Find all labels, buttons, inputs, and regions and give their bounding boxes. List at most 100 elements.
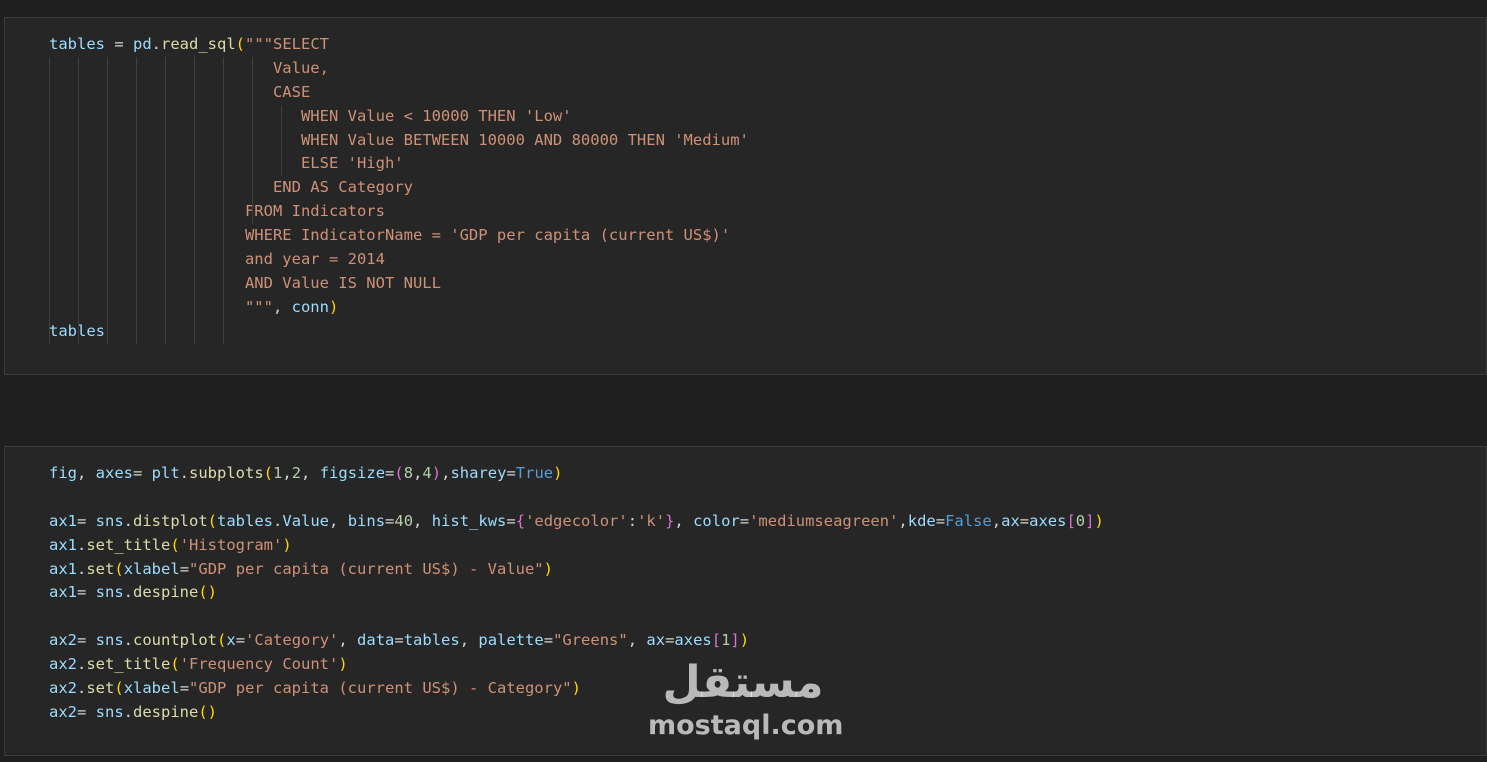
code-token: 'mediumseagreen' [749, 511, 899, 530]
code-token: , [674, 511, 694, 530]
code-token: ax2 [49, 702, 77, 721]
indent-guide [49, 56, 50, 344]
code-token: , [459, 631, 479, 650]
code-token: = [935, 511, 946, 530]
code-token: CASE [49, 82, 311, 101]
code-token: 8 [403, 464, 414, 482]
code-token: . [273, 511, 283, 530]
code-token: : [627, 511, 638, 530]
code-token: = [179, 559, 190, 578]
code-token: ax1 [49, 583, 77, 602]
code-token: xlabel [123, 559, 180, 578]
code-token: = [506, 464, 516, 482]
code-token: . [77, 679, 87, 698]
code-token: , [282, 464, 292, 482]
indent-guide [107, 56, 108, 344]
code-token: , [991, 511, 1002, 530]
code-token: = [105, 35, 133, 53]
code-token: ) [543, 559, 553, 578]
code-token: = [394, 631, 404, 650]
code-token: subplots [189, 464, 264, 482]
code-token: ( [235, 35, 246, 53]
code-line: CASE [49, 81, 749, 105]
code-token: ( [263, 464, 274, 482]
code-token: data [357, 631, 395, 650]
code-token: ax2 [49, 655, 77, 674]
code-line: tables = pd.read_sql("""SELECT [49, 33, 749, 57]
code-token: despine [133, 583, 199, 602]
code-token: """ [49, 297, 273, 316]
code-token: () [198, 702, 218, 721]
code-token: and year = 2014 [49, 250, 385, 269]
code-token: ELSE 'High' [49, 154, 404, 173]
code-token: WHEN Value BETWEEN 10000 AND 80000 THEN … [49, 130, 749, 149]
code-token: sns [95, 583, 124, 602]
code-line: ax2.set(xlabel="GDP per capita (current … [49, 677, 1104, 701]
code-token: 1 [273, 464, 283, 482]
code-token: = [665, 631, 675, 650]
code-token: figsize [319, 464, 386, 482]
code-token: x [226, 631, 236, 650]
code-token: sns [95, 702, 124, 721]
code-token: . [151, 35, 162, 53]
code-token: . [123, 702, 134, 721]
code-token: = [385, 464, 395, 482]
code-token: ) [282, 535, 292, 554]
code-editor[interactable]: fig, axes= plt.subplots(1,2, figsize=(8,… [49, 462, 1104, 725]
code-token: = [506, 511, 516, 530]
code-line: tables [49, 320, 749, 344]
watermark-latin-text: mostaql.com [648, 710, 844, 741]
code-line: ax2= sns.countplot(x='Category', data=ta… [49, 629, 1104, 653]
code-line: fig, axes= plt.subplots(1,2, figsize=(8,… [49, 462, 1104, 486]
code-token: 2 [291, 464, 302, 482]
code-token: [ [711, 631, 722, 650]
code-token: tables [217, 511, 274, 530]
code-token: set_title [86, 655, 171, 674]
code-token: kde [907, 511, 936, 530]
code-token: 'k' [637, 511, 666, 530]
code-token: ) [338, 655, 348, 674]
code-token: , [627, 631, 647, 650]
code-token: . [123, 511, 134, 530]
code-token: True [515, 464, 554, 482]
indent-guide [194, 56, 195, 344]
code-token: sns [95, 631, 124, 650]
code-line: WHERE IndicatorName = 'GDP per capita (c… [49, 224, 749, 248]
code-cell-sql-query[interactable]: tables = pd.read_sql("""SELECT Value, CA… [4, 17, 1487, 375]
code-token: ax1 [49, 511, 77, 530]
code-editor[interactable]: tables = pd.read_sql("""SELECT Value, CA… [49, 33, 749, 344]
code-token: ax2 [49, 631, 77, 650]
code-line: and year = 2014 [49, 248, 749, 272]
code-token: = [77, 511, 96, 530]
code-token: ( [217, 631, 227, 650]
code-token: = [77, 702, 96, 721]
code-token: 'Frequency Count' [179, 655, 339, 674]
code-line: AND Value IS NOT NULL [49, 272, 749, 296]
code-token: 'Histogram' [179, 535, 283, 554]
code-token: palette [478, 631, 544, 650]
code-token: . [123, 583, 134, 602]
code-token: plt [151, 464, 180, 482]
code-token: bins [347, 511, 386, 530]
code-token: () [198, 583, 218, 602]
code-token: WHERE IndicatorName = 'GDP per capita (c… [49, 226, 731, 245]
code-token: ( [170, 535, 180, 554]
code-line: WHEN Value < 10000 THEN 'Low' [49, 105, 749, 129]
code-token: ) [431, 464, 442, 482]
code-token: ax2 [49, 679, 77, 698]
code-line: Value, [49, 57, 749, 81]
code-token: xlabel [123, 679, 180, 698]
code-token: ) [739, 631, 750, 650]
code-token: conn [291, 297, 329, 316]
code-token: set [86, 679, 115, 698]
code-token: 'Category' [245, 631, 339, 650]
code-token: axes [1029, 511, 1067, 530]
code-line: ax1= sns.distplot(tables.Value, bins=40,… [49, 510, 1104, 534]
code-token: { [515, 511, 526, 530]
code-token: , [329, 511, 348, 530]
code-token: , [301, 464, 320, 482]
code-token: END AS Category [49, 178, 413, 197]
code-token: ( [114, 679, 124, 698]
code-token: color [693, 511, 740, 530]
indent-guide [165, 56, 166, 344]
